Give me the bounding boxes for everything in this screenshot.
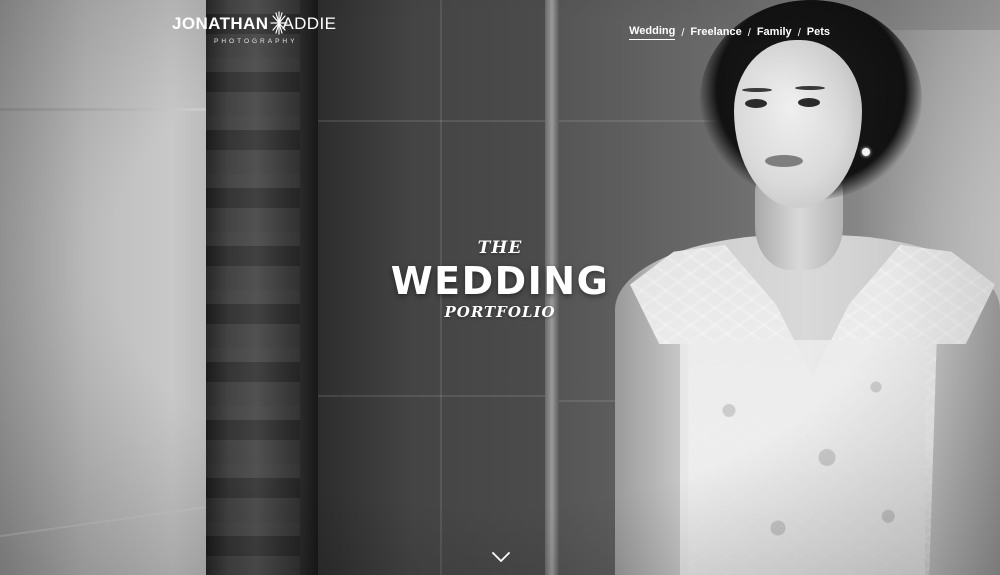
logo-wordmark: JONATHAN ADDIE [172, 14, 336, 34]
nav-link-wedding[interactable]: Wedding [629, 25, 676, 40]
hero-section: JONATHAN ADDIE PHOTOGRAPHY Wedding / Free… [0, 0, 1000, 575]
nav-link-freelance[interactable]: Freelance [690, 26, 741, 40]
nav-separator: / [681, 26, 685, 39]
nav-separator: / [747, 26, 751, 39]
logo-name-bold: JONATHAN [172, 14, 269, 33]
logo-name-light: ADDIE [282, 14, 337, 33]
nav-separator: / [797, 26, 801, 39]
nav-link-family[interactable]: Family [757, 26, 792, 40]
hero-title-pre: THE [477, 238, 523, 258]
portfolio-nav: Wedding / Freelance / Family / Pets [629, 25, 830, 40]
chevron-down-icon[interactable] [491, 550, 511, 564]
starburst-icon [270, 11, 288, 35]
hero-title-block: THE WEDDING PORTFOLIO [360, 238, 640, 321]
hero-title-main: WEDDING [390, 259, 610, 303]
logo-tagline: PHOTOGRAPHY [214, 38, 298, 45]
site-logo[interactable]: JONATHAN ADDIE PHOTOGRAPHY [172, 11, 342, 48]
hero-title-post: PORTFOLIO [444, 303, 556, 321]
nav-link-pets[interactable]: Pets [807, 26, 830, 40]
